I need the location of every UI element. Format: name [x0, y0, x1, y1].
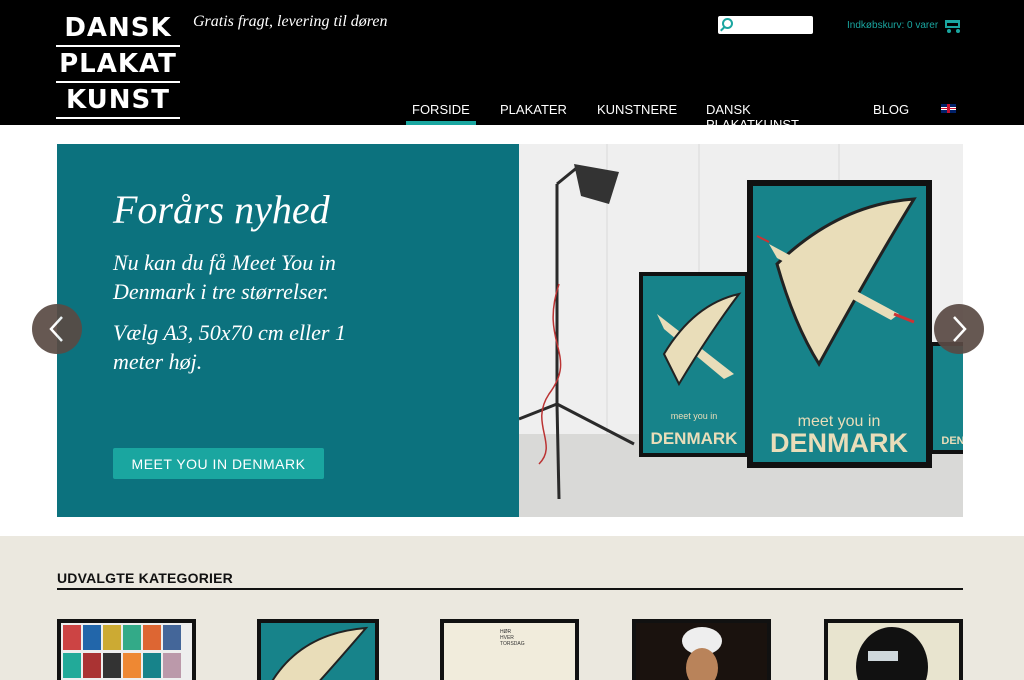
hero-text-panel: Forårs nyhed Nu kan du få Meet You in De… — [57, 144, 519, 517]
category-thumb-2[interactable] — [257, 619, 379, 680]
cart-icon — [942, 17, 962, 33]
section-divider — [57, 588, 963, 590]
site-logo[interactable]: DANSK PLAKAT KUNST — [56, 13, 180, 121]
poster-small-text-top: meet you in — [671, 411, 718, 421]
slider-prev-button[interactable] — [32, 304, 82, 354]
hero-title: Forårs nyhed — [113, 187, 330, 232]
tagline: Gratis fragt, levering til døren — [193, 13, 388, 30]
search-icon[interactable] — [722, 18, 733, 29]
cart-text: Indkøbskurv: 0 varer — [847, 19, 939, 31]
featured-categories: UDVALGTE KATEGORIER HØR HVER TORSDAG — [0, 536, 1024, 680]
svg-text:DEN: DEN — [941, 435, 963, 447]
nav-item-blog[interactable]: BLOG — [873, 96, 909, 125]
category-thumb-4[interactable] — [632, 619, 771, 680]
poster-small-text-bottom: DENMARK — [651, 429, 739, 448]
hero-paragraph-2: Vælg A3, 50x70 cm eller 1 meter høj. — [113, 320, 346, 374]
search-input[interactable] — [718, 16, 813, 34]
cart-link[interactable]: Indkøbskurv: 0 varer — [847, 17, 962, 33]
logo-line-3: KUNST — [65, 85, 171, 115]
nav-item-forside[interactable]: FORSIDE — [406, 96, 476, 125]
hero-photo: meet you in DENMARK meet you in DENMARK … — [518, 144, 969, 517]
nav-item-kunstnere[interactable]: KUNSTNERE — [597, 96, 677, 125]
section-title: UDVALGTE KATEGORIER — [57, 570, 233, 586]
chevron-right-icon — [953, 316, 967, 342]
category-thumb-1[interactable] — [57, 619, 196, 680]
hero-paragraph-1: Nu kan du få Meet You in Denmark i tre s… — [113, 250, 336, 304]
nav-item-plakater[interactable]: PLAKATER — [500, 96, 567, 125]
category-thumb-3[interactable]: HØR HVER TORSDAG — [440, 619, 579, 680]
uk-flag-icon[interactable] — [941, 104, 956, 113]
meet-you-in-denmark-button[interactable]: MEET YOU IN DENMARK — [113, 448, 324, 479]
logo-line-2: PLAKAT — [59, 49, 177, 79]
chevron-left-icon — [49, 316, 63, 342]
category-thumb-5[interactable] — [824, 619, 963, 680]
site-header: DANSK PLAKAT KUNST Gratis fragt, leverin… — [0, 0, 1024, 132]
hero-poster-photo: meet you in DENMARK meet you in DENMARK … — [518, 144, 969, 517]
logo-line-1: DANSK — [64, 13, 172, 43]
hero-slider: Forårs nyhed Nu kan du få Meet You in De… — [57, 144, 969, 517]
nav-item-dansk-plakatkunst[interactable]: DANSK PLAKATKUNST — [706, 96, 799, 132]
poster-big-text-bottom: DENMARK — [770, 428, 908, 458]
slider-next-button[interactable] — [934, 304, 984, 354]
